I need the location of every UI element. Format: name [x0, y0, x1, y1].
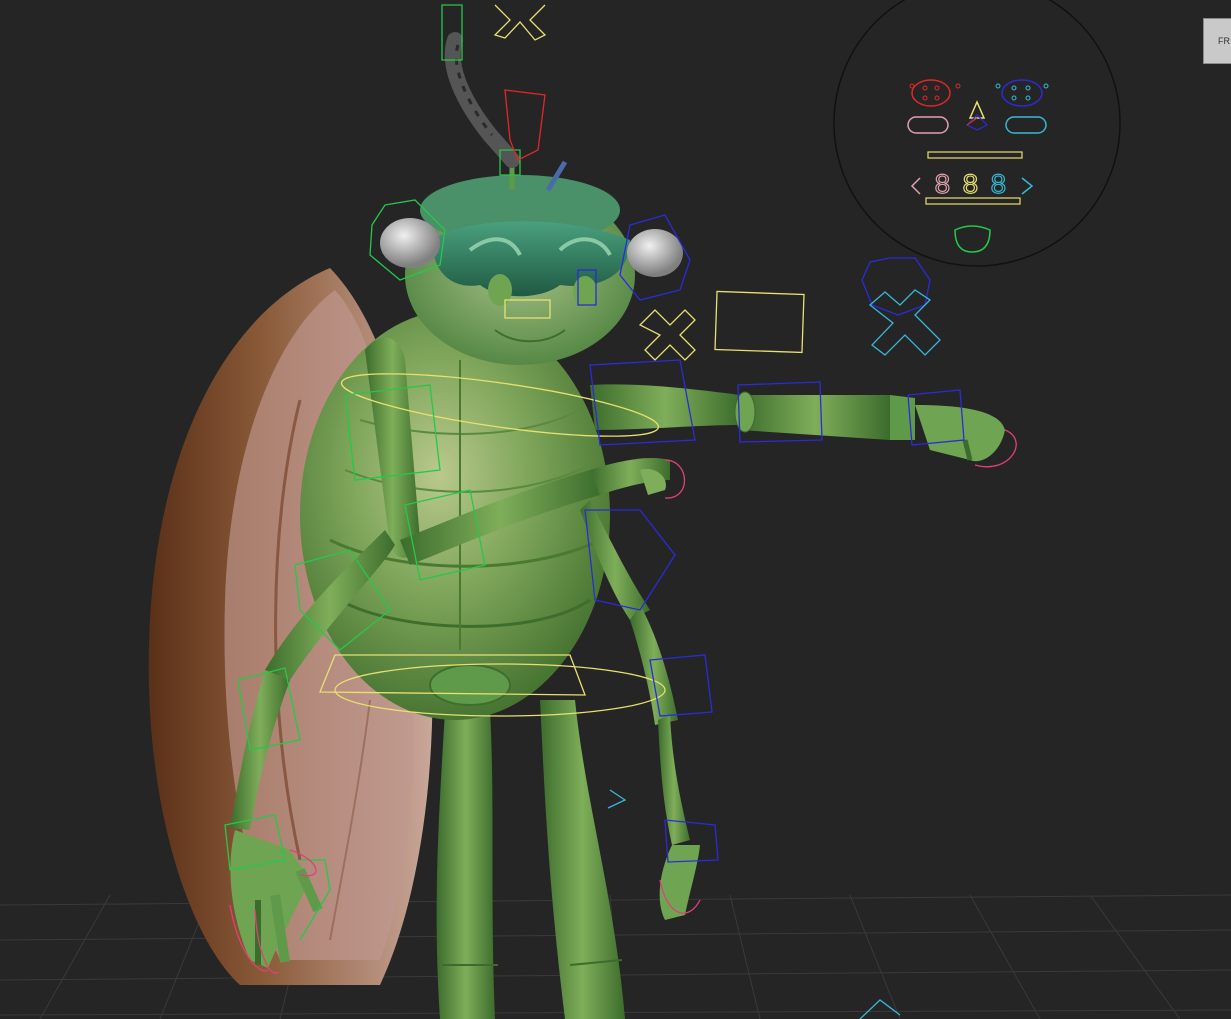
leg-left: [436, 710, 498, 1019]
head: [380, 32, 683, 365]
mouth-digit-center[interactable]: 8: [961, 170, 979, 202]
mouth-readout: 8 8 8: [933, 170, 1007, 202]
3d-viewport[interactable]: 8 8 8 FR: [0, 0, 1231, 1019]
mouth-digit-left[interactable]: 8: [933, 170, 951, 202]
face-picker-panel: 8 8 8: [833, 0, 1121, 267]
thorax-body: [300, 310, 610, 720]
view-cube-tab[interactable]: FR: [1203, 18, 1231, 64]
view-cube-tab-label: FR: [1218, 36, 1230, 46]
leg-right: [540, 700, 625, 1019]
mouth-digit-right[interactable]: 8: [989, 170, 1007, 202]
arm-extended-right: [590, 384, 1005, 462]
